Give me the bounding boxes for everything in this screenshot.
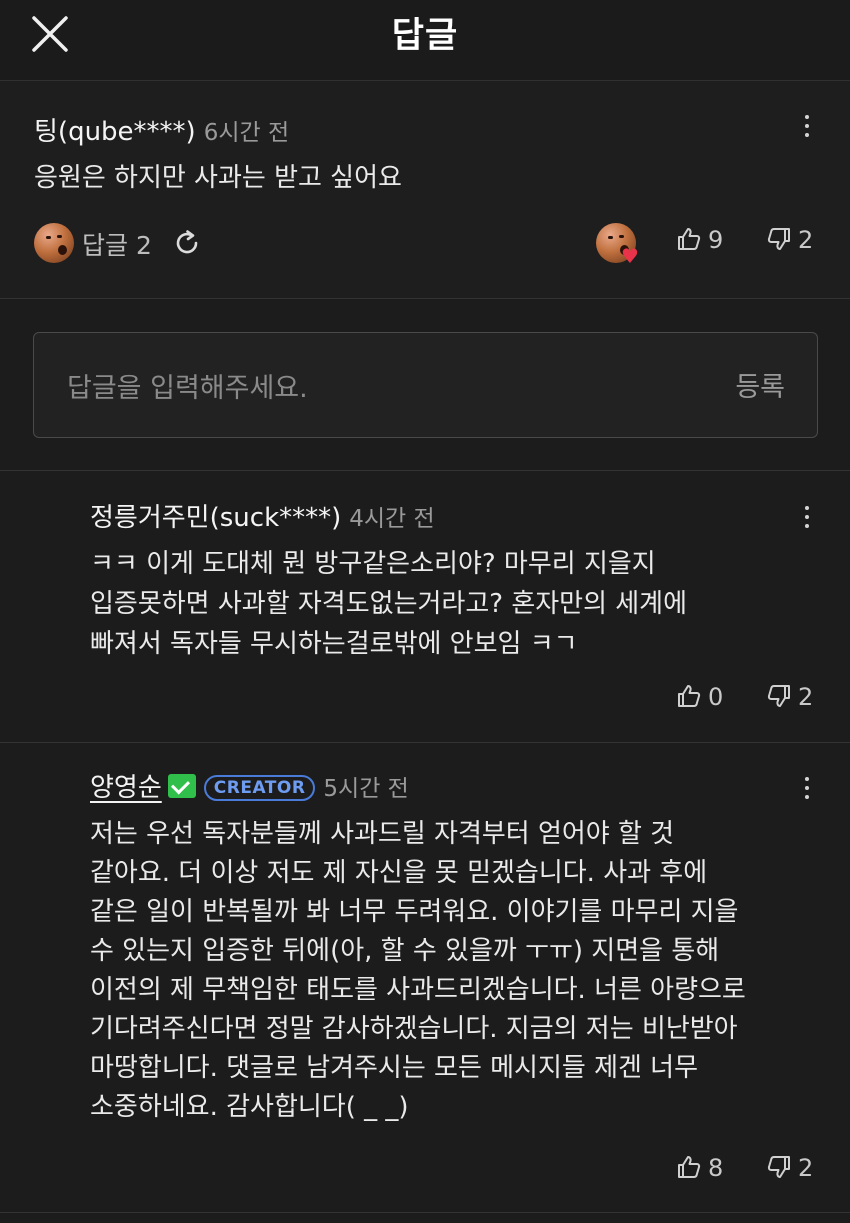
reply-text-line: 마땅합니다. 댓글로 남겨주시는 모든 메시지들 제겐 너무 bbox=[90, 1053, 699, 1083]
verified-icon bbox=[167, 774, 196, 798]
reply-count-button[interactable]: 답글 2 bbox=[82, 226, 152, 262]
reply-text-line: 수 있는지 입증한 뒤에(아, 할 수 있을까 ㅜㅠ) 지면을 통해 bbox=[90, 936, 720, 966]
refresh-icon[interactable] bbox=[172, 228, 202, 258]
reply-header: 정릉거주민(suck****) 4시간 전 bbox=[90, 497, 435, 534]
thumbs-down-icon bbox=[767, 228, 790, 250]
reply-header: 양영순 CREATOR 5시간 전 bbox=[90, 767, 409, 804]
dislike-button[interactable]: 2 bbox=[766, 226, 813, 254]
divider bbox=[0, 742, 850, 743]
reply-input-box[interactable]: 답글을 입력해주세요. 등록 bbox=[33, 332, 818, 438]
reply-time: 4시간 전 bbox=[349, 506, 435, 532]
submit-button[interactable]: 등록 bbox=[735, 365, 785, 404]
reply-text-line: 소중하네요. 감사합니다( _ _) bbox=[90, 1092, 409, 1122]
reply-text-line: 입증못하면 사과할 자격도없는거라고? 혼자만의 세계에 bbox=[90, 589, 688, 619]
creator-badge: CREATOR bbox=[203, 775, 316, 801]
reply-author[interactable]: 정릉거주민(suck****) bbox=[90, 503, 341, 533]
reply-text-line: 같아요. 더 이상 저도 제 자신을 못 믿겠습니다. 사과 후에 bbox=[90, 858, 708, 888]
divider bbox=[0, 470, 850, 471]
reply-text-line: 같은 일이 반복될까 봐 너무 두려워요. 이야기를 마무리 지을 bbox=[90, 897, 739, 927]
comment-time: 6시간 전 bbox=[203, 120, 290, 146]
reply-text-line: 이전의 제 무책임한 태도를 사과드리겠습니다. 너른 아량으로 bbox=[90, 975, 746, 1005]
dislike-count: 2 bbox=[798, 226, 814, 254]
reply-text-line: 빠져서 독자들 무시하는걸로밖에 안보임 ㅋㄱ bbox=[90, 629, 578, 659]
parent-comment: 팅(qube****) 6시간 전 응원은 하지만 사과는 받고 싶어요 답글 2… bbox=[0, 81, 850, 299]
more-options-icon[interactable] bbox=[797, 111, 817, 141]
thumbs-down-icon bbox=[767, 1156, 790, 1178]
creator-liked-icon: ♥ bbox=[596, 223, 639, 268]
like-count: 0 bbox=[708, 683, 724, 711]
page-title: 답글 bbox=[391, 16, 459, 56]
dislike-count: 2 bbox=[798, 1154, 814, 1182]
header: 답글 bbox=[0, 0, 850, 81]
thumbs-down-icon bbox=[767, 685, 790, 707]
reply-text-line: ㅋㅋ 이게 도대체 뭔 방구같은소리야? 마무리 지을지 bbox=[90, 549, 656, 579]
reply-text-line: 기다려주신다면 정말 감사하겠습니다. 지금의 저는 비난받아 bbox=[90, 1014, 738, 1044]
dislike-button[interactable]: 2 bbox=[766, 1154, 813, 1182]
like-count: 9 bbox=[708, 226, 724, 254]
divider bbox=[0, 1212, 850, 1213]
comment-author[interactable]: 팅(qube****) bbox=[34, 117, 196, 147]
thumbs-up-icon bbox=[678, 685, 701, 707]
reply-time: 5시간 전 bbox=[323, 776, 409, 802]
dislike-button[interactable]: 2 bbox=[766, 683, 813, 711]
like-button[interactable]: 9 bbox=[676, 226, 723, 254]
reply-input[interactable]: 답글을 입력해주세요. bbox=[67, 366, 308, 405]
like-button[interactable]: 0 bbox=[676, 683, 723, 711]
comment-text: 응원은 하지만 사과는 받고 싶어요 bbox=[34, 163, 402, 193]
reaction-emoji-icon bbox=[34, 223, 74, 263]
comment-header: 팅(qube****) 6시간 전 bbox=[34, 111, 289, 148]
like-button[interactable]: 8 bbox=[676, 1154, 723, 1182]
reply-text-line: 저는 우선 독자분들께 사과드릴 자격부터 얻어야 할 것 bbox=[90, 819, 675, 849]
thumbs-up-icon bbox=[678, 228, 701, 250]
dislike-count: 2 bbox=[798, 683, 814, 711]
heart-icon: ♥ bbox=[621, 244, 639, 268]
reply-author[interactable]: 양영순 bbox=[90, 773, 162, 803]
more-options-icon[interactable] bbox=[797, 773, 817, 803]
like-count: 8 bbox=[708, 1154, 724, 1182]
more-options-icon[interactable] bbox=[797, 502, 817, 532]
thumbs-up-icon bbox=[678, 1156, 701, 1178]
